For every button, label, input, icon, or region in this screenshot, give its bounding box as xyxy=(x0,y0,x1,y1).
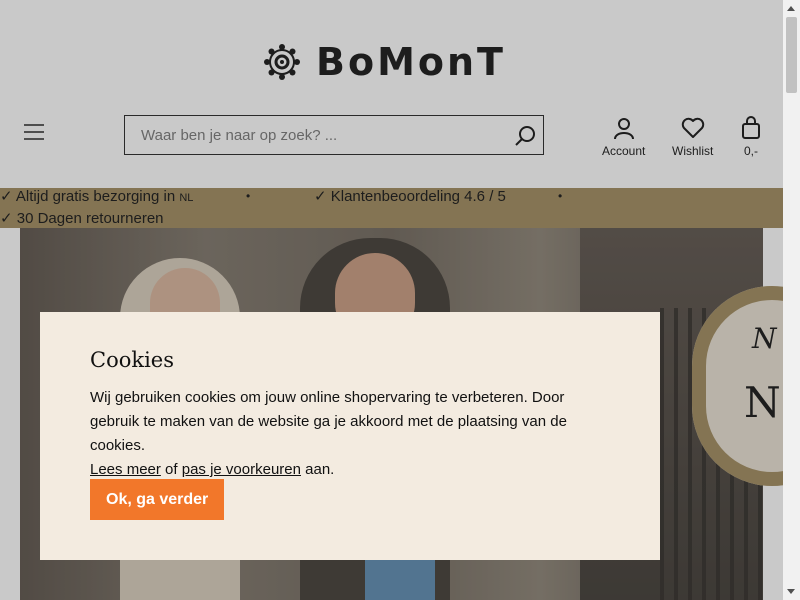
cookie-dialog: Cookies Wij gebruiken cookies om jouw on… xyxy=(40,312,660,560)
cookie-suffix-text: aan. xyxy=(300,461,335,478)
scroll-up-arrow[interactable] xyxy=(783,0,800,17)
read-more-link[interactable]: Lees meer xyxy=(90,461,161,478)
scrollbar[interactable] xyxy=(783,0,800,600)
cookie-title: Cookies xyxy=(90,348,174,372)
cookie-body-text: Wij gebruiken cookies om jouw online sho… xyxy=(90,389,567,454)
scroll-down-arrow[interactable] xyxy=(783,583,800,600)
preferences-link[interactable]: pas je voorkeuren xyxy=(182,461,301,478)
scroll-thumb[interactable] xyxy=(786,17,797,93)
page: BoMonT Account Wishlist xyxy=(0,0,783,600)
cookie-body: Wij gebruiken cookies om jouw online sho… xyxy=(90,386,610,482)
accept-cookies-button[interactable]: Ok, ga verder xyxy=(90,479,225,520)
cookie-or-text: of xyxy=(160,461,182,478)
